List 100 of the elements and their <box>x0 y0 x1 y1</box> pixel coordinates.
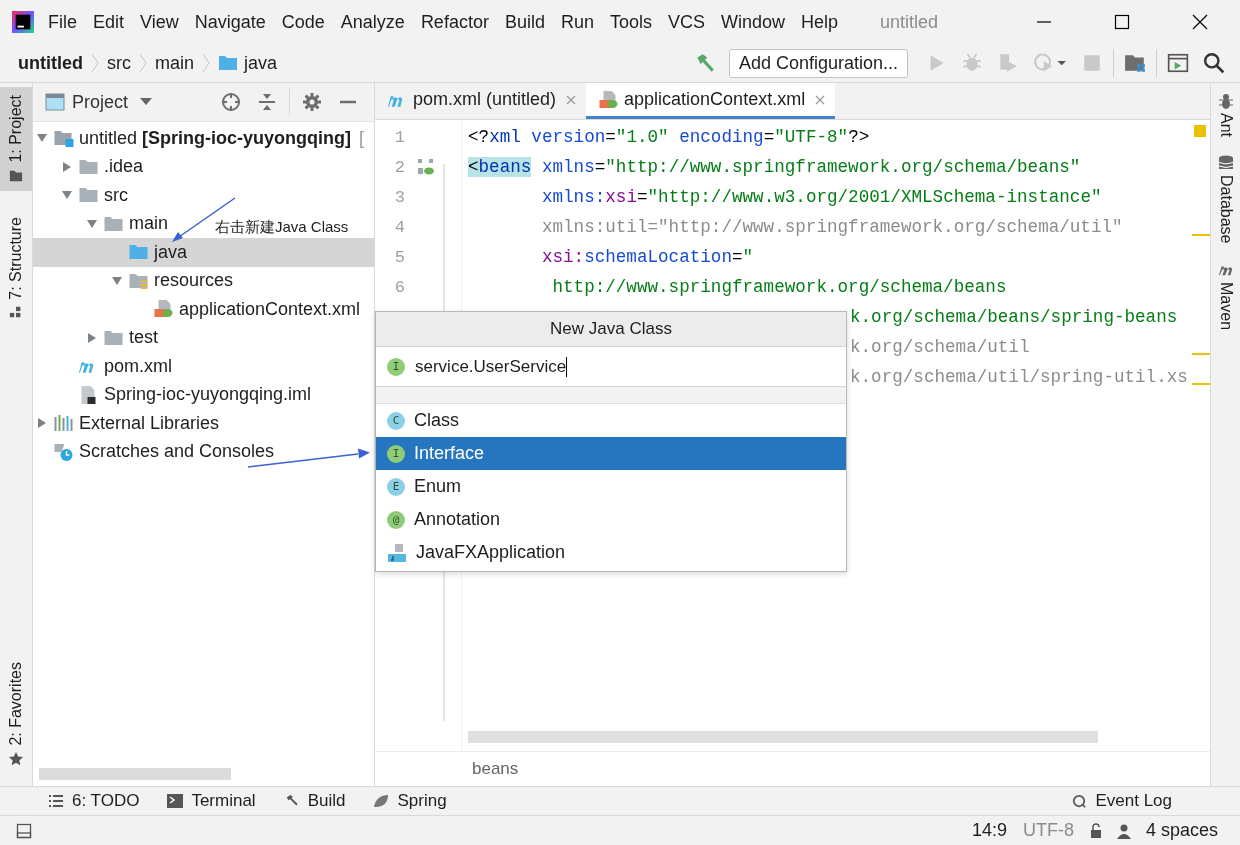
tree-item-label: untitled [Spring-ioc-yuyongqing] <box>79 127 351 149</box>
annotation-text: 右击新建Java Class <box>215 218 349 237</box>
editor-tab[interactable]: pom.xml (untitled) <box>375 83 587 119</box>
tree-item[interactable]: src <box>33 181 128 210</box>
tree-item-label: Spring-ioc-yuyongqing.iml <box>104 384 312 406</box>
event-log-button[interactable]: Event Log <box>1071 791 1172 811</box>
code-line: k.org/schema/beans/spring-beans <box>850 307 1178 327</box>
tree-item[interactable]: java <box>33 238 374 267</box>
tree-item-label: applicationContext.xml <box>179 298 361 320</box>
folder-icon <box>103 328 124 347</box>
libraries-icon <box>53 414 74 433</box>
kind-badge-icon: I <box>387 444 405 463</box>
search-icon[interactable] <box>1203 52 1225 74</box>
tool-window-button[interactable]: 6: TODO <box>48 791 140 811</box>
line-number: 6 <box>393 277 405 297</box>
tree-item[interactable]: External Libraries <box>33 409 220 438</box>
tool-window-tab[interactable]: Ant <box>1216 93 1235 137</box>
module-icon <box>53 129 74 148</box>
tree-item[interactable]: untitled [Spring-ioc-yuyongqing] [ <box>33 124 365 153</box>
tree-item[interactable]: Scratches and Consoles <box>33 437 275 466</box>
tool-window-tab[interactable]: 1: Project <box>0 87 32 191</box>
close-icon[interactable] <box>1192 14 1208 30</box>
settings-icon[interactable] <box>302 92 322 112</box>
caret-position[interactable]: 14:9 <box>971 820 1007 841</box>
tool-window-button[interactable]: Terminal <box>167 791 256 811</box>
tool-window-tab[interactable]: Maven <box>1216 261 1235 330</box>
collapse-all-icon[interactable] <box>257 92 277 112</box>
expanded-arrow-icon[interactable] <box>86 217 98 230</box>
run-window-icon[interactable] <box>1167 52 1189 74</box>
collapsed-arrow-icon[interactable] <box>61 160 73 173</box>
tree-item-label: java <box>154 241 188 263</box>
class-kind-option[interactable]: C Class <box>376 404 846 437</box>
tree-item[interactable]: main <box>33 209 168 238</box>
menu-item[interactable]: VCS <box>668 11 705 33</box>
maximize-icon[interactable] <box>1114 14 1130 30</box>
code-line: <?xml version="1.0" encoding="UTF-8"?> <box>468 127 870 147</box>
expanded-arrow-icon[interactable] <box>111 274 123 287</box>
breadcrumb[interactable]: main <box>155 52 194 74</box>
interface-badge-icon: I <box>387 357 405 376</box>
menu-item[interactable]: File <box>48 11 77 33</box>
chevron-icon <box>91 53 99 73</box>
editor-tab[interactable]: applicationContext.xml <box>586 83 836 119</box>
tool-window-tab[interactable]: 2: Favorites <box>0 654 32 774</box>
menu-item[interactable]: Edit <box>93 11 125 33</box>
project-structure-icon[interactable] <box>1124 52 1146 74</box>
breadcrumb[interactable]: src <box>107 52 131 74</box>
spring-xml-file-icon <box>153 300 174 319</box>
editor-breadcrumb[interactable]: beans <box>472 759 519 779</box>
tree-item-label: test <box>129 327 158 349</box>
class-kind-option[interactable]: E Enum <box>376 470 846 503</box>
structure-icon <box>9 305 23 320</box>
code-line: xmlns:xsi="http://www.w3.org/2001/XMLSchema-instance" <box>540 187 1102 207</box>
menu-item[interactable]: Navigate <box>194 11 266 33</box>
tree-item-label: .idea <box>104 156 144 178</box>
person-icon[interactable] <box>1115 822 1132 839</box>
scrollbar-thumb[interactable] <box>468 731 1098 743</box>
code-line: xsi:schemaLocation=" <box>540 247 754 267</box>
resources-folder-icon <box>128 271 149 290</box>
locate-icon[interactable] <box>221 92 241 112</box>
collapsed-arrow-icon[interactable] <box>86 331 98 344</box>
javafx-file-icon <box>387 542 407 563</box>
spring-bean-icon[interactable] <box>417 158 435 176</box>
tree-item[interactable]: Spring-ioc-yuyongqing.iml <box>33 380 312 409</box>
collapsed-arrow-icon[interactable] <box>36 417 48 430</box>
tool-window-tab[interactable]: Database <box>1216 155 1235 244</box>
tree-item[interactable]: pom.xml <box>33 352 172 381</box>
class-name-field[interactable]: I service.UserService <box>376 347 846 387</box>
menu-item[interactable]: Analyze <box>340 11 405 33</box>
profile-icon[interactable] <box>1033 52 1067 74</box>
panel-title[interactable]: Project <box>72 91 129 113</box>
leaf-icon <box>373 794 390 808</box>
indent-setting[interactable]: 4 spaces <box>1145 820 1218 841</box>
class-kind-option[interactable]: I Interface <box>376 437 846 470</box>
tree-item[interactable]: .idea <box>33 152 144 181</box>
dropdown-arrow-icon[interactable] <box>140 98 153 106</box>
menu-item[interactable]: Build <box>504 11 545 33</box>
breadcrumb[interactable]: java <box>244 52 278 74</box>
menu-item[interactable]: Help <box>801 11 839 33</box>
chevron-icon <box>139 53 147 73</box>
class-kind-option[interactable]: @ Annotation <box>376 503 846 536</box>
menu-item[interactable]: Run <box>560 11 594 33</box>
tree-item-label: src <box>104 184 128 206</box>
run-configuration-button[interactable]: Add Configuration... <box>728 48 908 78</box>
menu-item[interactable]: Window <box>721 11 786 33</box>
menu-item[interactable]: Refactor <box>420 11 489 33</box>
folder-icon <box>78 157 99 176</box>
menu-item[interactable]: Tools <box>609 11 652 33</box>
terminal-icon <box>167 794 184 808</box>
tree-item[interactable]: test <box>33 323 158 352</box>
class-kind-option[interactable]: JavaFXApplication <box>376 536 846 569</box>
breadcrumb[interactable]: untitled <box>18 52 83 74</box>
tree-item[interactable]: resources <box>33 266 234 295</box>
tree-item[interactable]: applicationContext.xml <box>33 295 361 324</box>
scrollbar-thumb[interactable] <box>39 768 231 780</box>
tool-window-button[interactable]: Spring <box>373 791 447 811</box>
menu-item[interactable]: Code <box>281 11 325 33</box>
tool-window-button[interactable]: Build <box>283 791 346 811</box>
menu-item[interactable]: View <box>140 11 179 33</box>
tool-windows-toggle-icon[interactable] <box>16 822 32 839</box>
tool-window-tab[interactable]: 7: Structure <box>0 208 32 328</box>
